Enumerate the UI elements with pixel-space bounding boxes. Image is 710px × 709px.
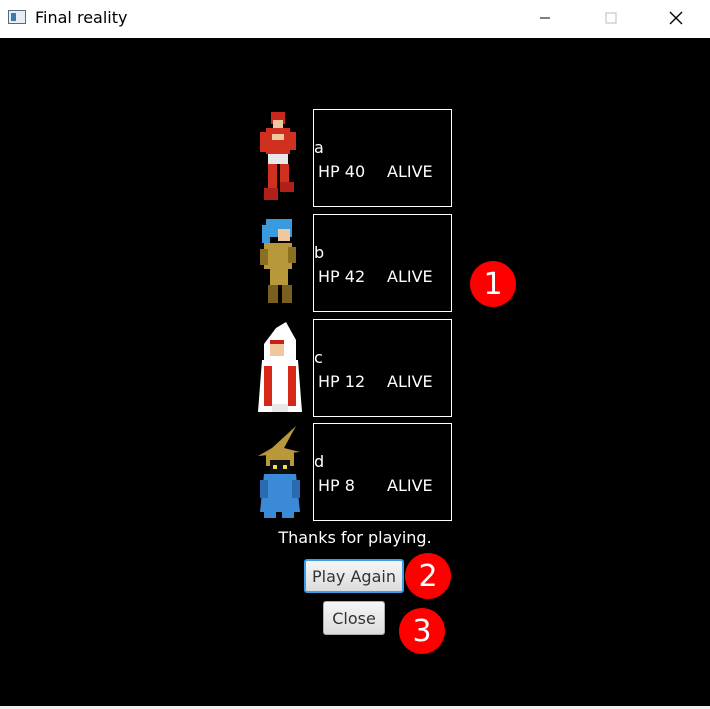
minimize-button[interactable] (522, 0, 568, 36)
title-bar: Final reality (0, 0, 710, 38)
character-hp: HP 40 (318, 162, 366, 181)
thief-icon (260, 219, 296, 303)
character-name: d (314, 452, 325, 471)
character-card: c HP 12 ALIVE (313, 319, 452, 417)
character-status: ALIVE (387, 372, 433, 391)
maximize-button[interactable] (588, 0, 634, 36)
app-icon (8, 10, 26, 24)
character-name: b (314, 243, 325, 262)
maximize-icon (605, 12, 617, 24)
character-status: ALIVE (387, 267, 433, 286)
character-hp: HP 12 (318, 372, 366, 391)
character-card: d HP 8 ALIVE (313, 423, 452, 521)
character-card: b HP 42 ALIVE (313, 214, 452, 312)
character-status: ALIVE (387, 162, 433, 181)
play-again-button[interactable]: Play Again (304, 559, 404, 593)
black-mage-icon (258, 426, 300, 518)
character-status: ALIVE (387, 476, 433, 495)
close-window-button[interactable] (653, 0, 699, 36)
red-fighter-icon (260, 112, 296, 200)
close-icon (669, 11, 683, 25)
game-area: a HP 40 ALIVE b HP 42 ALIVE c HP 12 ALIV… (0, 38, 710, 706)
close-button[interactable]: Close (323, 601, 385, 635)
character-hp: HP 42 (318, 267, 366, 286)
annotation-badge: 2 (405, 553, 451, 599)
thanks-message: Thanks for playing. (278, 528, 432, 547)
annotation-badge: 1 (470, 261, 516, 307)
annotation-badge: 3 (399, 608, 445, 654)
character-name: a (314, 138, 324, 157)
character-hp: HP 8 (318, 476, 355, 495)
white-mage-icon (258, 322, 302, 412)
window-title: Final reality (35, 8, 128, 27)
minimize-icon (540, 17, 550, 19)
character-name: c (314, 348, 323, 367)
character-card: a HP 40 ALIVE (313, 109, 452, 207)
